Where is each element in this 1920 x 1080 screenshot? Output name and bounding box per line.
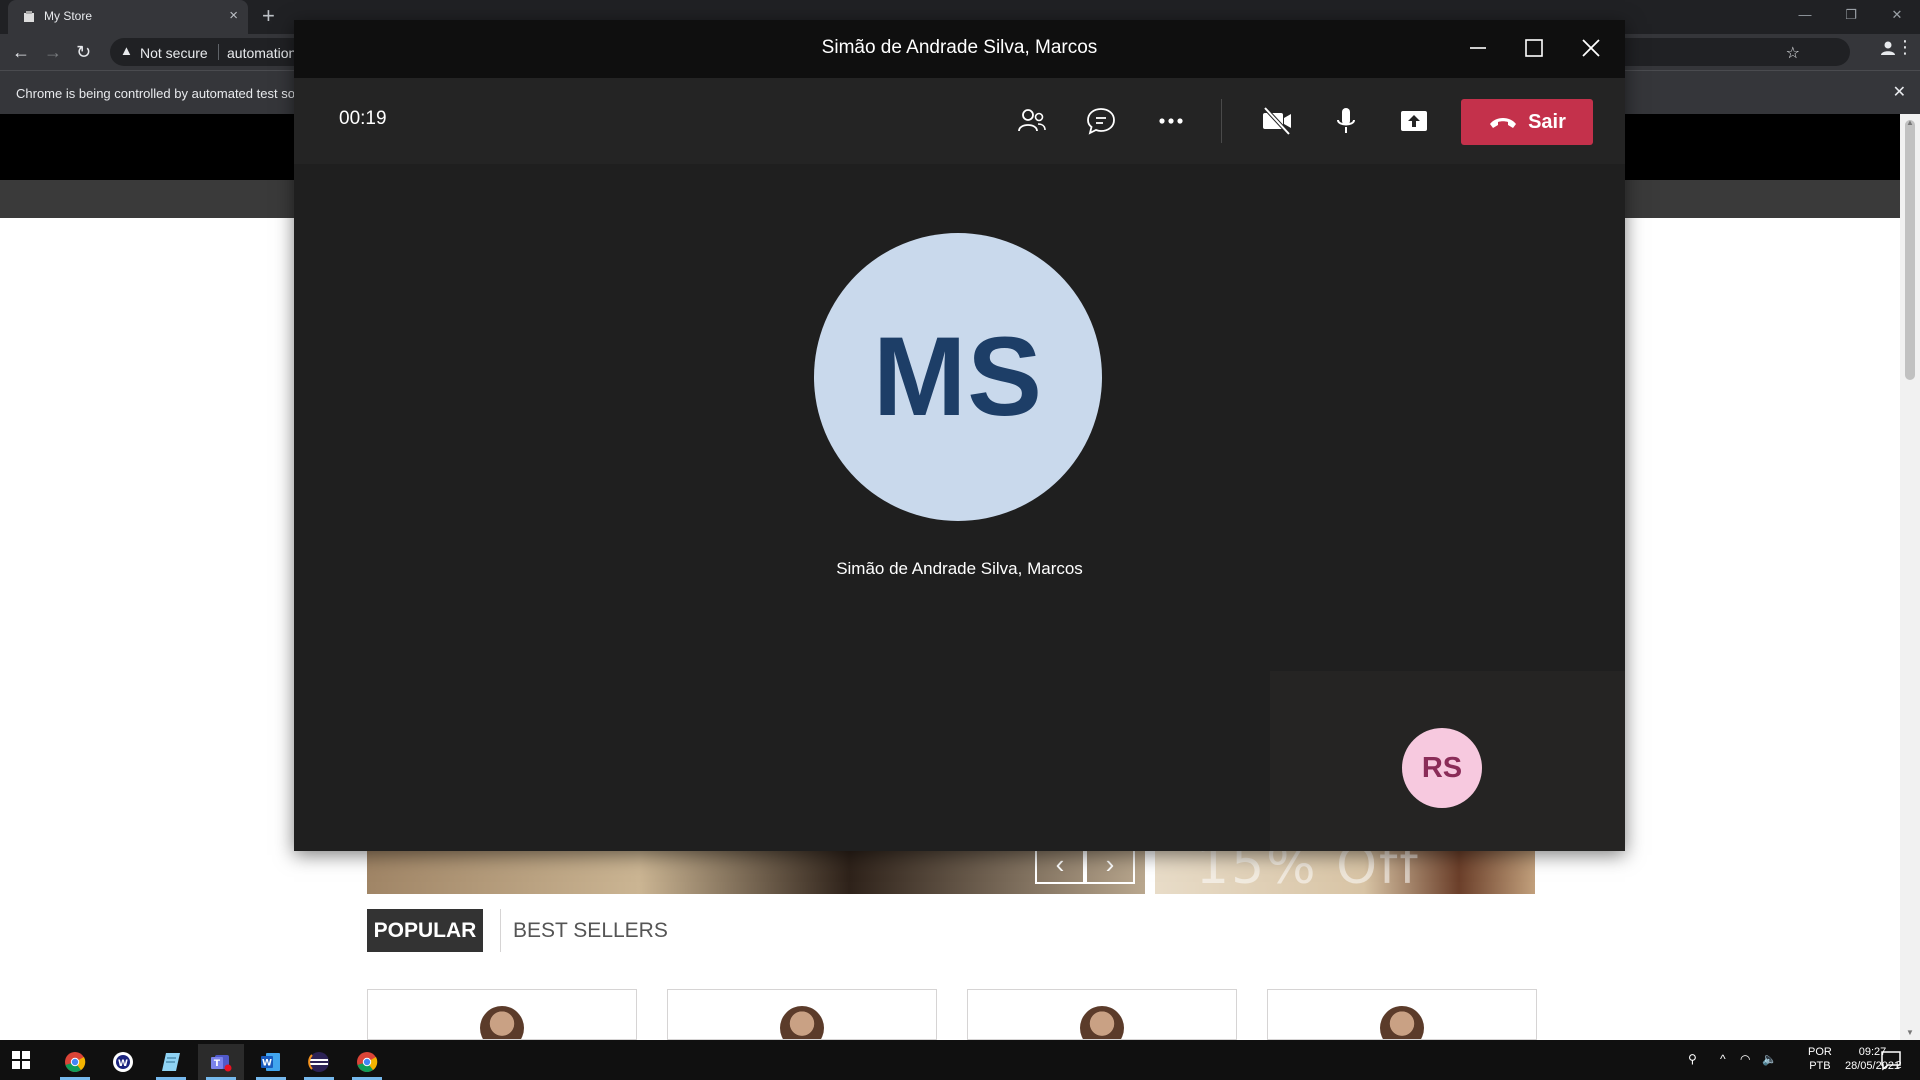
browser-tab-my-store[interactable]: My Store ×: [8, 0, 248, 34]
notification-count: 2: [1896, 1060, 1902, 1071]
taskbar-teams[interactable]: T: [198, 1044, 244, 1080]
url-separator: [218, 44, 219, 60]
store-favicon-icon: [24, 11, 34, 22]
call-maximize-icon[interactable]: [1519, 33, 1549, 63]
more-actions-button[interactable]: [1149, 99, 1193, 143]
taskbar-notepad[interactable]: [148, 1044, 194, 1080]
browser-minimize-icon[interactable]: —: [1782, 0, 1828, 30]
tab-best-sellers[interactable]: BEST SELLERS: [500, 909, 668, 952]
back-arrow-icon[interactable]: ←: [12, 41, 30, 63]
slider-prev-button[interactable]: ‹: [1035, 846, 1085, 884]
tab-title: My Store: [44, 9, 93, 23]
self-avatar: RS: [1402, 728, 1482, 808]
participants-icon: [1018, 109, 1046, 132]
notepad-icon: [162, 1053, 180, 1071]
profile-icon[interactable]: [1880, 40, 1896, 56]
leave-call-label: Sair: [1528, 110, 1566, 133]
infobar-text: Chrome is being controlled by automated …: [16, 86, 295, 101]
camera-off-icon: [1263, 106, 1291, 136]
language-code: POR: [1808, 1046, 1832, 1058]
product-image[interactable]: [780, 1006, 824, 1039]
infobar-close-icon[interactable]: ✕: [1893, 82, 1906, 102]
product-image[interactable]: [480, 1006, 524, 1039]
eclipse-icon: [308, 1052, 329, 1072]
product-card[interactable]: [667, 989, 937, 1040]
teams-icon: T: [211, 1055, 232, 1072]
toggle-camera-button[interactable]: [1255, 99, 1299, 143]
forward-arrow-icon[interactable]: →: [44, 41, 62, 63]
reload-icon[interactable]: ↻: [76, 41, 91, 63]
tab-close-icon[interactable]: ×: [229, 7, 238, 24]
product-image[interactable]: [1080, 1006, 1124, 1039]
chrome-menu-icon[interactable]: ⋮: [1896, 37, 1914, 58]
browser-window-controls: — ❐ ✕: [1782, 0, 1920, 30]
product-card[interactable]: [1267, 989, 1537, 1040]
taskbar-eclipse[interactable]: [296, 1044, 342, 1080]
toggle-mic-button[interactable]: [1324, 99, 1368, 143]
participant-name: Simão de Andrade Silva, Marcos: [836, 559, 1083, 578]
w-app-icon: W: [113, 1052, 133, 1072]
windows-start-icon[interactable]: [12, 1051, 30, 1069]
call-close-icon[interactable]: [1576, 33, 1606, 63]
call-controls-bar: 00:19 Sair: [294, 78, 1625, 164]
more-icon: [1159, 118, 1183, 124]
call-titlebar: Simão de Andrade Silva, Marcos: [294, 20, 1625, 78]
network-icon[interactable]: ◠: [1740, 1052, 1750, 1066]
taskbar-chrome-2[interactable]: [344, 1044, 390, 1080]
participant-avatar: MS: [814, 233, 1102, 521]
scroll-down-arrow-icon[interactable]: ▼: [1906, 1028, 1914, 1037]
homepage-slider-image[interactable]: [367, 851, 1145, 894]
browser-restore-icon[interactable]: ❐: [1828, 0, 1874, 30]
page-scrollbar-thumb[interactable]: [1905, 120, 1915, 380]
volume-icon[interactable]: 🔈: [1762, 1052, 1777, 1066]
taskbar-app-w[interactable]: W: [100, 1044, 146, 1080]
word-icon: W: [261, 1053, 280, 1071]
keyboard-layout: PTB: [1809, 1060, 1831, 1072]
microphone-icon: [1337, 108, 1355, 133]
call-minimize-icon[interactable]: [1463, 33, 1493, 63]
chrome-icon: [357, 1052, 378, 1072]
windows-taskbar: W T W ⚲ ^ ◠ 🔈 POR PTB 09:27 28/05/2021 2: [0, 1040, 1920, 1080]
teams-call-window: Simão de Andrade Silva, Marcos 00:19 Sai…: [294, 20, 1625, 851]
call-stage: MS Simão de Andrade Silva, Marcos RS: [294, 164, 1625, 851]
action-center-icon[interactable]: [1880, 1050, 1906, 1072]
product-card[interactable]: [367, 989, 637, 1040]
svg-text:W: W: [118, 1059, 128, 1069]
call-timer: 00:19: [339, 108, 387, 129]
tab-popular[interactable]: POPULAR: [367, 909, 483, 952]
browser-close-icon[interactable]: ✕: [1874, 0, 1920, 30]
bookmark-star-icon[interactable]: ☆: [1786, 43, 1800, 63]
svg-text:T: T: [214, 1059, 221, 1069]
show-chat-button[interactable]: [1079, 99, 1123, 143]
input-language[interactable]: POR PTB: [1808, 1045, 1832, 1073]
slider-next-button[interactable]: ›: [1085, 846, 1135, 884]
tray-expand-icon[interactable]: ^: [1720, 1052, 1726, 1066]
hang-up-icon: [1490, 118, 1517, 128]
chat-icon: [1087, 108, 1115, 135]
chrome-icon: [65, 1052, 86, 1072]
warning-icon: ▲: [120, 43, 133, 58]
leave-call-button[interactable]: Sair: [1461, 99, 1593, 145]
scroll-up-arrow-icon[interactable]: ▲: [1906, 118, 1914, 127]
share-screen-icon: [1401, 111, 1427, 131]
url-text[interactable]: automation: [227, 45, 296, 61]
taskbar-chrome[interactable]: [52, 1044, 98, 1080]
product-image[interactable]: [1380, 1006, 1424, 1039]
taskbar-word[interactable]: W: [248, 1044, 294, 1080]
show-participants-button[interactable]: [1010, 99, 1054, 143]
call-window-title: Simão de Andrade Silva, Marcos: [821, 37, 1098, 58]
toolbar-divider: [1221, 99, 1222, 143]
product-card[interactable]: [967, 989, 1237, 1040]
new-tab-button[interactable]: +: [262, 4, 275, 28]
svg-text:W: W: [262, 1059, 272, 1069]
not-secure-label[interactable]: Not secure: [140, 45, 208, 61]
share-screen-button[interactable]: [1392, 99, 1436, 143]
people-icon[interactable]: ⚲: [1688, 1052, 1697, 1066]
